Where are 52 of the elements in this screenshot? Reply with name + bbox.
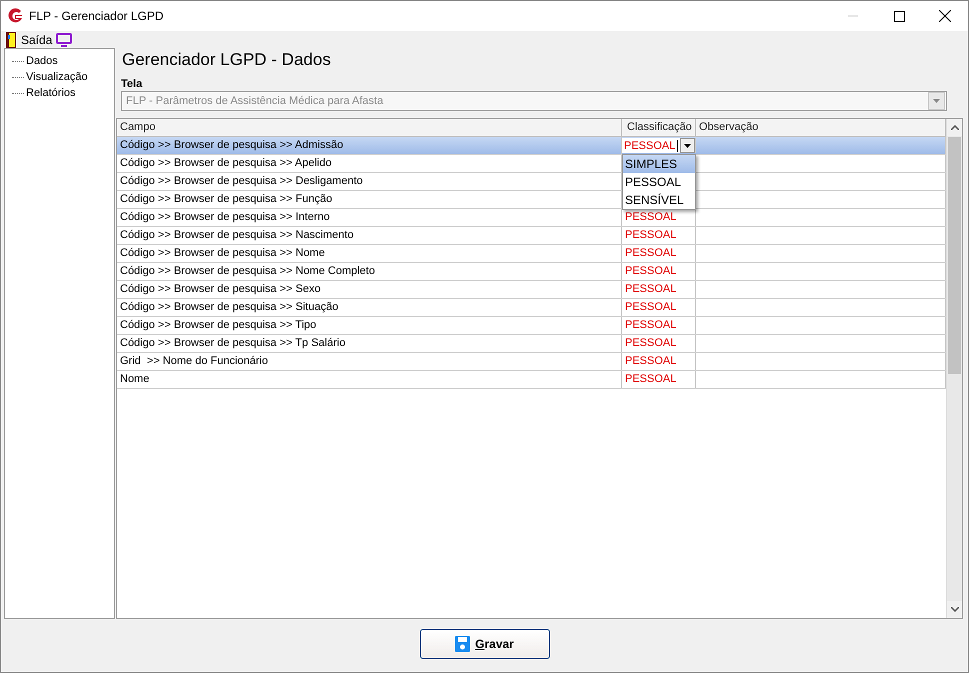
table-cell: PESSOAL [622, 335, 696, 352]
table-row[interactable]: Nome PESSOAL [117, 371, 946, 389]
dropdown-option[interactable]: SENSÍVEL [623, 191, 695, 209]
table-row[interactable]: Código >> Browser de pesquisa >> Nascimento PESSOAL [117, 227, 946, 245]
tree-item[interactable]: Visualização [24, 71, 88, 83]
table-row[interactable]: Código >> Browser de pesquisa >> Nome Completo PESSOAL [117, 263, 946, 281]
window-title: FLP - Gerenciador LGPD [29, 9, 165, 23]
table-cell: Código >> Browser de pesquisa >> Nascimento [117, 227, 622, 244]
caret-icon [933, 99, 940, 103]
table-cell: PESSOAL [622, 317, 696, 334]
table-row[interactable]: Código >> Browser de pesquisa >> Nome PESSOAL [117, 245, 946, 263]
table-row[interactable]: Código >> Browser de pesquisa >> Situação PESSOAL [117, 299, 946, 317]
monitor-button[interactable] [56, 32, 72, 46]
table-row[interactable]: Código >> Browser de pesquisa >> Tp Salário PESSOAL [117, 335, 946, 353]
table-row[interactable]: Código >> Browser de pesquisa >> Admissão PESSOAL [117, 137, 946, 155]
table-cell: Nome [117, 371, 622, 388]
scroll-up-icon [950, 125, 958, 130]
table-cell: PESSOAL [622, 227, 696, 244]
close-icon [939, 10, 951, 22]
table-cell: Código >> Browser de pesquisa >> Tipo [117, 317, 622, 334]
table-cell: Código >> Browser de pesquisa >> Nome Completo [117, 263, 622, 280]
page-heading: Gerenciador LGPD - Dados [122, 50, 332, 71]
table-cell: PESSOAL [622, 353, 696, 370]
maximize-icon [894, 10, 904, 22]
door-icon [6, 32, 16, 48]
table-cell: Código >> Browser de pesquisa >> Situação [117, 299, 622, 316]
dropdown-button[interactable] [680, 138, 695, 153]
table-cell: Grid >> Nome do Funcionário [117, 353, 622, 370]
table-cell: PESSOAL [622, 245, 696, 262]
exit-button[interactable]: Saída [6, 32, 52, 48]
table-cell: PESSOAL [622, 299, 696, 316]
classification-dropdown[interactable]: PESSOAL [622, 138, 696, 153]
table-cell: Código >> Browser de pesquisa >> Tp Salário [117, 335, 622, 352]
minimize-icon [848, 15, 858, 17]
scroll-down-icon [950, 607, 958, 612]
monitor-icon [56, 32, 72, 46]
caret-icon [684, 144, 691, 148]
tree-item[interactable]: Relatórios [24, 87, 76, 99]
tree-item[interactable]: Dados [24, 55, 58, 67]
table-cell: Código >> Browser de pesquisa >> Nome [117, 245, 622, 262]
dropdown-option[interactable]: PESSOAL [623, 173, 695, 191]
field-label: Tela [121, 78, 144, 91]
table-cell: Código >> Browser de pesquisa >> Sexo [117, 281, 622, 298]
table-row[interactable]: Código >> Browser de pesquisa >> Sexo PESSOAL [117, 281, 946, 299]
app-logo-icon [7, 8, 23, 24]
table-cell: PESSOAL [622, 281, 696, 298]
save-button[interactable]: Gravar [420, 629, 550, 659]
dropdown-option[interactable]: SIMPLES [623, 155, 695, 173]
table-row[interactable]: Grid >> Nome do Funcionário PESSOAL [117, 353, 946, 371]
table-cell: PESSOAL [622, 263, 696, 280]
table-row[interactable]: Código >> Browser de pesquisa >> Tipo PESSOAL [117, 317, 946, 335]
table-cell: PESSOAL [622, 371, 696, 388]
